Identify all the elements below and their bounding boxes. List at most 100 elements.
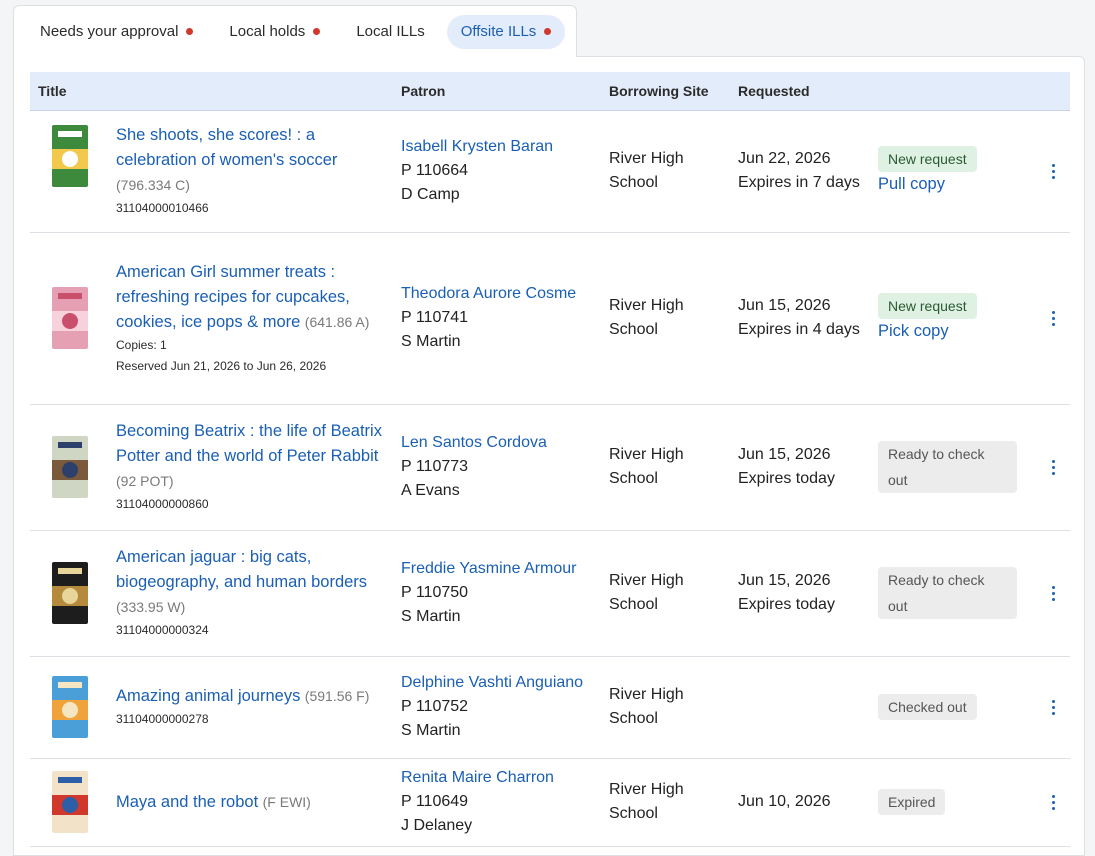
book-cover-image[interactable] (52, 124, 88, 187)
cover-cell (30, 656, 108, 759)
requests-table: Title Patron Borrowing Site Requested Sh… (30, 72, 1070, 847)
requested-cell: Jun 22, 2026 Expires in 7 days (730, 110, 870, 233)
barcode: 31104000000860 (116, 497, 209, 511)
status-badge: Expired (878, 789, 946, 815)
patron-name-link[interactable]: Theodora Aurore Cosme (401, 282, 593, 306)
patron-id: P 110750 (401, 584, 469, 601)
tab-local-ills[interactable]: Local ILLs (342, 15, 438, 49)
table-row: Amazing animal journeys (591.56 F) 31104… (30, 656, 1070, 759)
column-header-title: Title (30, 72, 393, 111)
teacher-name: S Martin (401, 722, 461, 739)
book-cover-image[interactable] (52, 771, 88, 833)
patron-cell: Theodora Aurore Cosme P 110741 S Martin (393, 232, 601, 405)
requested-cell: Jun 15, 2026 Expires today (730, 404, 870, 531)
site-line: School (609, 805, 658, 822)
tab-offsite-ills[interactable]: Offsite ILLs (446, 14, 566, 49)
expiry-text: Expires in 7 days (738, 174, 860, 191)
teacher-name: J Delaney (401, 817, 473, 834)
tab-needs-approval[interactable]: Needs your approval (26, 15, 207, 49)
action-link[interactable]: Pull copy (878, 172, 1017, 196)
patron-name-link[interactable]: Delphine Vashti Anguiano (401, 671, 593, 695)
more-options-icon[interactable] (1041, 790, 1065, 814)
status-cell: Checked out (870, 656, 1025, 759)
site-line: River High (609, 446, 684, 463)
patron-cell: Renita Maire Charron P 110649 J Delaney (393, 758, 601, 847)
title-link[interactable]: Amazing animal journeys (116, 687, 300, 705)
menu-cell (1025, 656, 1070, 759)
patron-cell: Delphine Vashti Anguiano P 110752 S Mart… (393, 656, 601, 759)
table-row: American Girl summer treats : refreshing… (30, 232, 1070, 405)
more-options-icon[interactable] (1041, 455, 1065, 479)
title-link[interactable]: American jaguar : big cats, biogeography… (116, 548, 367, 591)
menu-cell (1025, 110, 1070, 233)
site-line: School (609, 470, 658, 487)
call-number: (F EWI) (262, 793, 311, 810)
status-badge: Checked out (878, 694, 977, 720)
expiry-text: Expires today (738, 596, 835, 613)
more-options-icon[interactable] (1041, 581, 1065, 605)
site-line: River High (609, 781, 684, 798)
column-header-site: Borrowing Site (601, 72, 730, 111)
title-cell: American jaguar : big cats, biogeography… (108, 530, 393, 657)
call-number: (796.334 C) (116, 177, 190, 193)
barcode: 31104000010466 (116, 201, 209, 215)
site-line: River High (609, 150, 684, 167)
table-row: Maya and the robot (F EWI) Renita Maire … (30, 758, 1070, 847)
patron-name-link[interactable]: Freddie Yasmine Armour (401, 557, 593, 581)
copies-count: Copies: 1 (116, 337, 167, 352)
cover-cell (30, 232, 108, 405)
requested-date: Jun 10, 2026 (738, 793, 831, 810)
patron-cell: Freddie Yasmine Armour P 110750 S Martin (393, 530, 601, 657)
cover-cell (30, 110, 108, 233)
patron-name-link[interactable]: Isabell Krysten Baran (401, 135, 593, 159)
status-badge: Ready to check out (878, 441, 1017, 493)
menu-cell (1025, 232, 1070, 405)
book-cover-image[interactable] (52, 676, 88, 738)
more-options-icon[interactable] (1041, 695, 1065, 719)
book-cover-image[interactable] (52, 287, 88, 349)
call-number: (591.56 F) (304, 688, 370, 704)
title-link[interactable]: Becoming Beatrix : the life of Beatrix P… (116, 422, 382, 465)
title-cell: American Girl summer treats : refreshing… (108, 232, 393, 405)
book-cover-image[interactable] (52, 562, 88, 624)
cover-cell (30, 758, 108, 847)
patron-name-link[interactable]: Len Santos Cordova (401, 431, 593, 455)
site-line: River High (609, 686, 684, 703)
cover-cell (30, 530, 108, 657)
site-line: River High (609, 572, 684, 589)
patron-cell: Isabell Krysten Baran P 110664 D Camp (393, 110, 601, 233)
expiry-text: Expires today (738, 470, 835, 487)
more-options-icon[interactable] (1041, 159, 1065, 183)
requested-cell: Jun 15, 2026 Expires today (730, 530, 870, 657)
call-number: (92 POT) (116, 473, 174, 489)
requested-date: Jun 22, 2026 (738, 150, 831, 167)
tab-label: Needs your approval (40, 23, 179, 40)
requested-date: Jun 15, 2026 (738, 446, 831, 463)
patron-name-link[interactable]: Renita Maire Charron (401, 766, 593, 790)
teacher-name: A Evans (401, 482, 460, 499)
title-link[interactable]: She shoots, she scores! : a celebration … (116, 126, 337, 169)
cover-cell (30, 404, 108, 531)
status-cell: New request Pull copy (870, 110, 1025, 233)
tab-label: Offsite ILLs (460, 23, 537, 40)
table-header: Title Patron Borrowing Site Requested (30, 72, 1070, 111)
patron-cell: Len Santos Cordova P 110773 A Evans (393, 404, 601, 531)
requested-date: Jun 15, 2026 (738, 572, 831, 589)
menu-cell (1025, 404, 1070, 531)
title-cell: She shoots, she scores! : a celebration … (108, 110, 393, 233)
book-cover-image[interactable] (52, 436, 88, 498)
column-header-requested: Requested (730, 72, 870, 111)
call-number: (333.95 W) (116, 599, 186, 615)
requested-cell: Jun 10, 2026 (730, 758, 870, 847)
action-link[interactable]: Pick copy (878, 319, 1017, 343)
menu-cell (1025, 758, 1070, 847)
title-cell: Maya and the robot (F EWI) (108, 758, 393, 847)
title-link[interactable]: Maya and the robot (116, 793, 258, 811)
tab-local-holds[interactable]: Local holds (215, 15, 334, 49)
status-cell: Ready to check out (870, 530, 1025, 657)
notification-dot (544, 28, 552, 35)
column-header-status (870, 72, 1025, 111)
tab-bar: Needs your approval Local holds Local IL… (13, 5, 577, 57)
title-cell: Becoming Beatrix : the life of Beatrix P… (108, 404, 393, 531)
more-options-icon[interactable] (1041, 306, 1065, 330)
